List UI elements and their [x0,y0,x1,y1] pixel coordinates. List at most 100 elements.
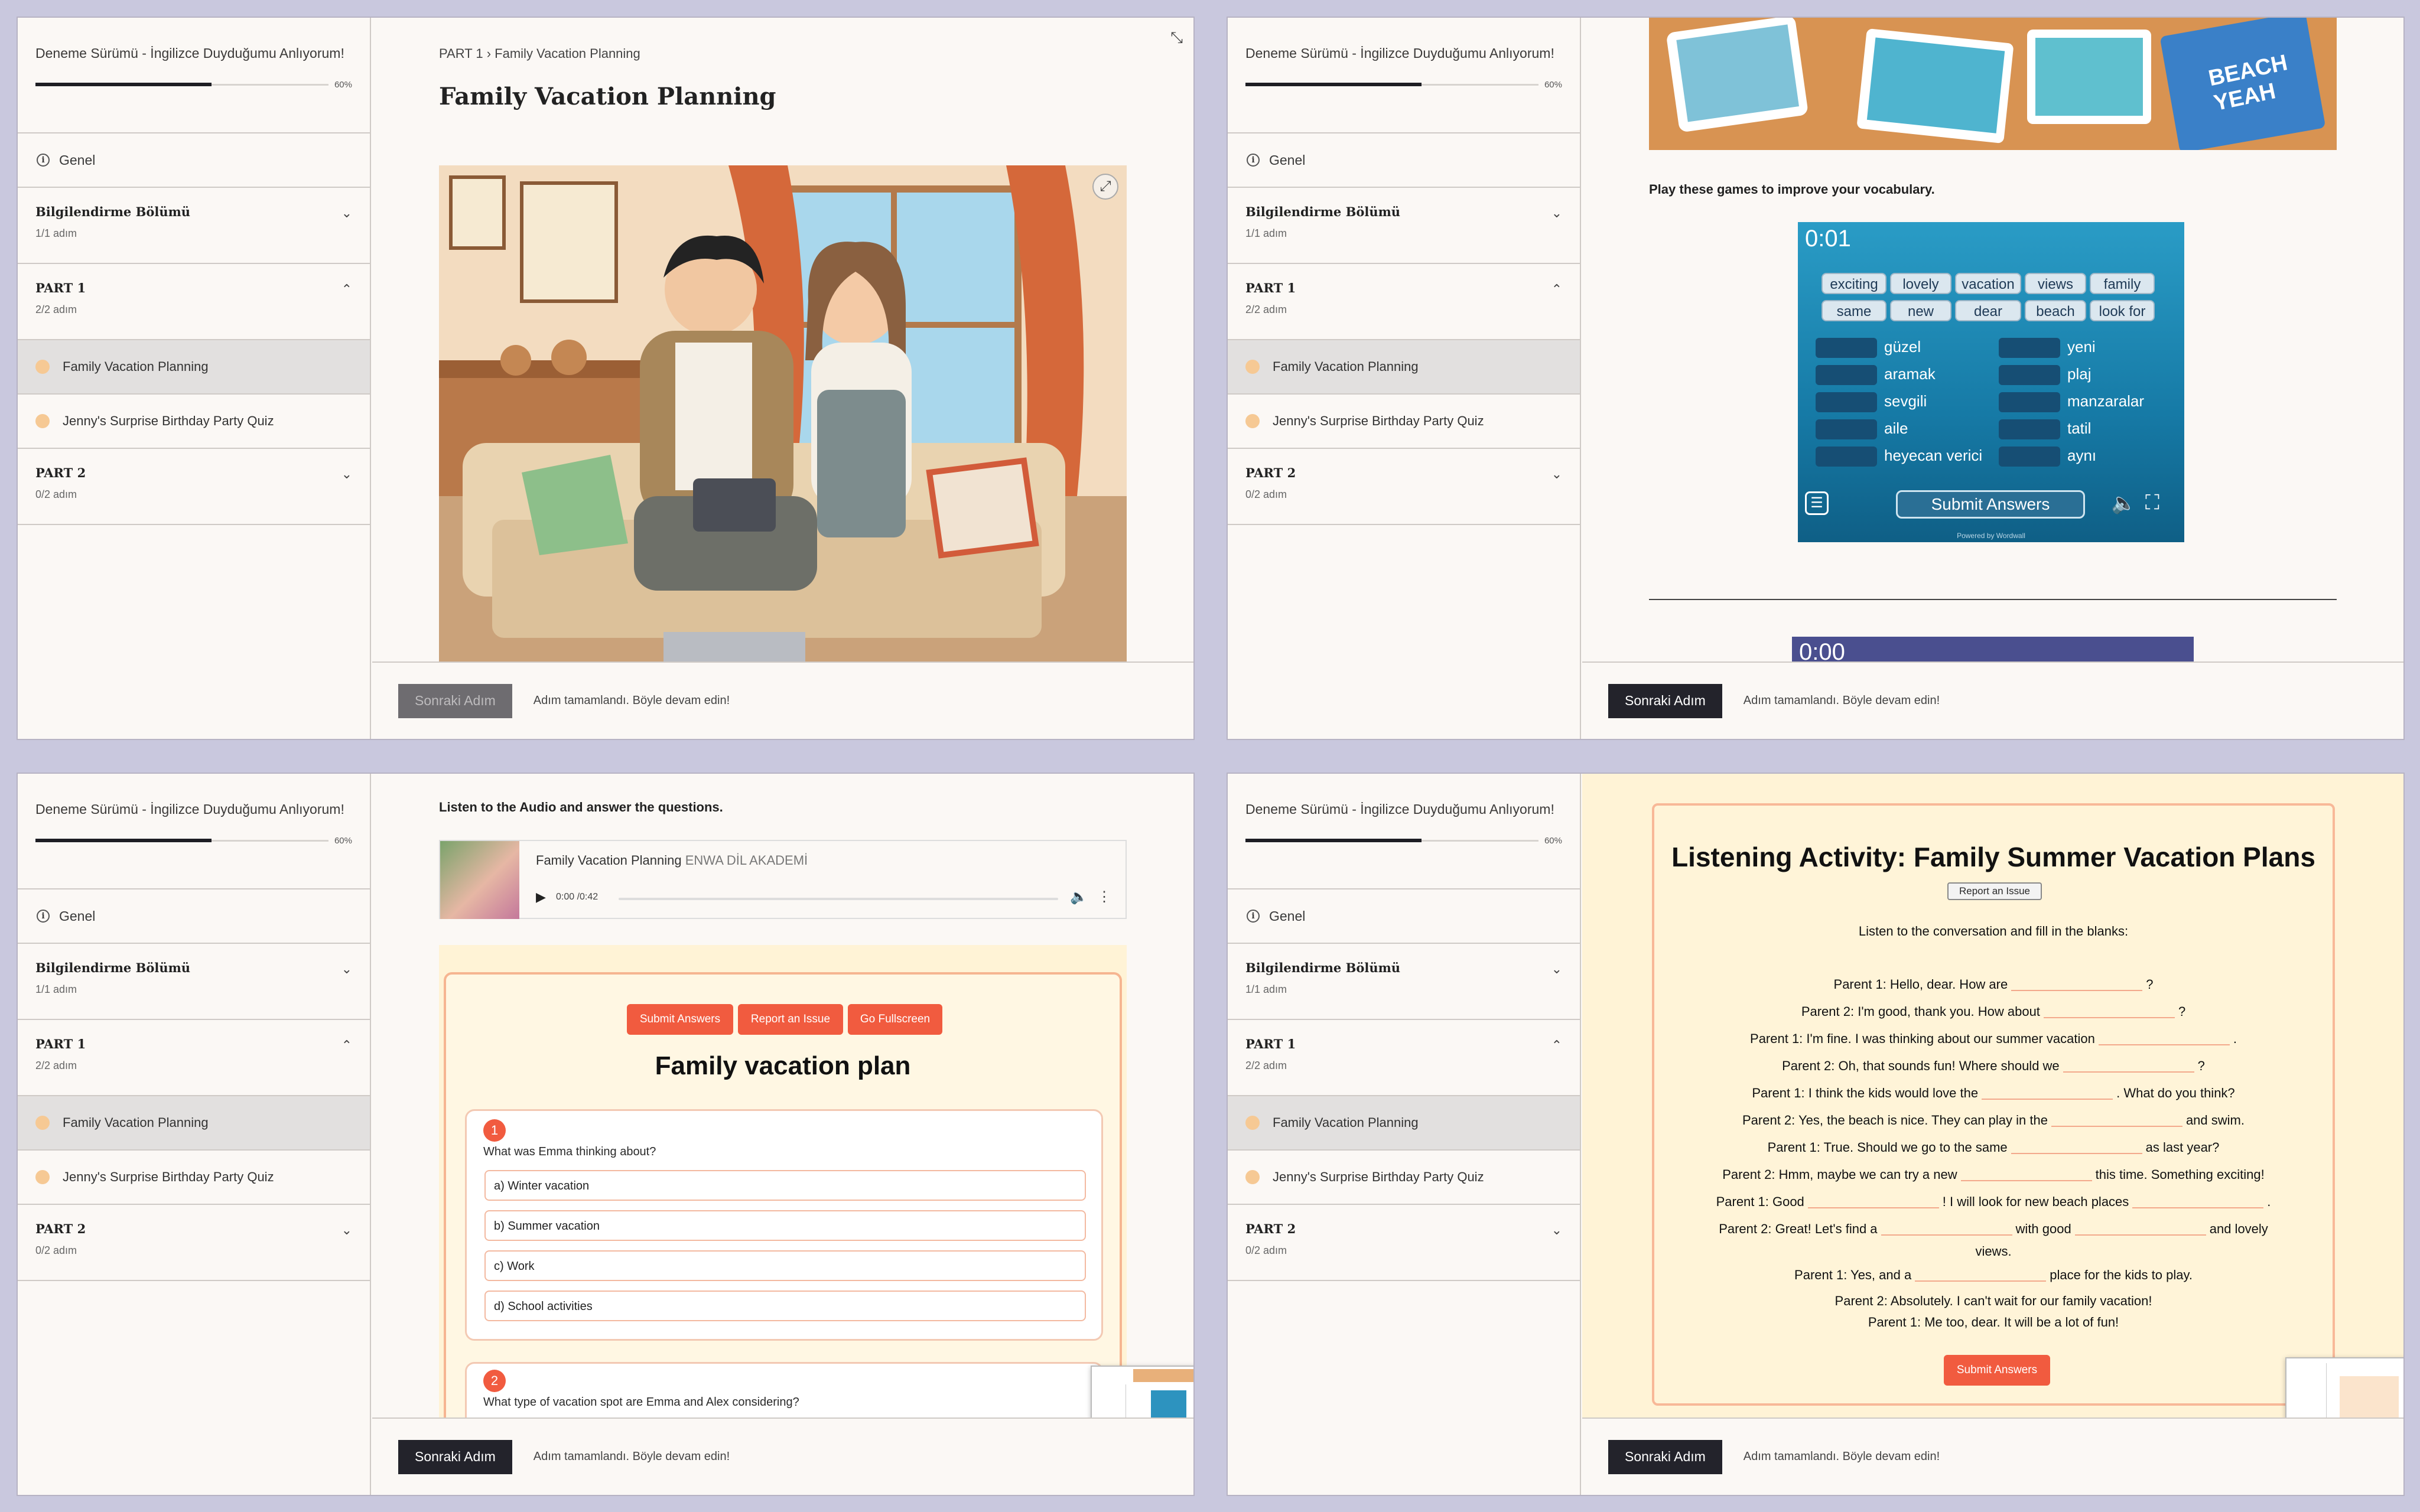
sidebar-section-part2[interactable]: PART 2 0/2 adım ⌄ [1228,1205,1580,1281]
volume-icon[interactable]: 🔈 [1070,888,1088,905]
sidebar-step-family-vacation[interactable]: Family Vacation Planning [1228,340,1580,395]
blank-input[interactable] [1915,1270,2047,1282]
blank-input[interactable] [1960,1169,2092,1182]
drop-slot[interactable] [1999,392,2060,412]
blank-input[interactable] [1807,1197,1939,1209]
sidebar-section-bilgilendirme[interactable]: Bilgilendirme Bölümü 1/1 adım ⌄ [18,944,370,1020]
sidebar-item-genel[interactable]: i Genel [1228,133,1580,188]
word-tile[interactable]: dear [1955,300,2021,321]
chevron-down-icon[interactable]: ⌄ [341,206,352,221]
sidebar-section-bilgilendirme[interactable]: Bilgilendirme Bölümü 1/1 adım ⌄ [18,188,370,264]
drop-slot[interactable] [1816,392,1877,412]
report-issue-button[interactable]: Report an Issue [1947,882,2042,900]
blank-input[interactable] [1982,1088,2113,1100]
next-step-button[interactable]: Sonraki Adım [1608,683,1722,718]
word-tile[interactable]: look for [2090,300,2155,321]
sidebar-section-part1[interactable]: PART 1 2/2 adım ⌃ [18,1020,370,1096]
next-step-button[interactable]: Sonraki Adım [398,1439,512,1474]
floating-preview-thumbnail[interactable] [1091,1366,1193,1419]
sidebar-section-bilgilendirme[interactable]: Bilgilendirme Bölümü 1/1 adım ⌄ [1228,188,1580,264]
word-tile[interactable]: vacation [1955,273,2021,294]
chevron-down-icon[interactable]: ⌄ [341,962,352,977]
answer-option[interactable]: b) Summer vacation [484,1210,1086,1241]
chevron-down-icon[interactable]: ⌄ [1551,206,1562,221]
blank-input[interactable] [2011,1142,2142,1155]
word-tile[interactable]: new [1890,300,1951,321]
blank-input[interactable] [2098,1034,2230,1046]
activity-submit-button[interactable]: Submit Answers [1944,1355,2050,1386]
breadcrumb-part[interactable]: PART 1 [439,46,483,61]
drop-slot[interactable] [1999,338,2060,358]
sidebar-section-part1[interactable]: PART 1 2/2 adım ⌃ [18,264,370,340]
drop-slot[interactable] [1816,419,1877,439]
breadcrumb-page: Family Vacation Planning [495,46,640,61]
chevron-down-icon[interactable]: ⌄ [1551,962,1562,977]
sidebar-step-birthday-quiz[interactable]: Jenny's Surprise Birthday Party Quiz [18,395,370,449]
drop-slot[interactable] [1816,338,1877,358]
sidebar-section-part2[interactable]: PART 2 0/2 adım ⌄ [18,1205,370,1281]
chevron-down-icon[interactable]: ⌄ [1551,1223,1562,1238]
blank-input[interactable] [1881,1224,2012,1236]
chevron-down-icon[interactable]: ⌄ [1551,467,1562,482]
fullscreen-button[interactable]: Go Fullscreen [848,1004,942,1035]
drop-slot[interactable] [1999,447,2060,467]
quiz-submit-button[interactable]: Submit Answers [627,1004,733,1035]
word-tile[interactable]: same [1821,300,1886,321]
more-options-icon[interactable]: ⋮ [1097,888,1111,905]
sidebar-section-bilgilendirme[interactable]: Bilgilendirme Bölümü 1/1 adım ⌄ [1228,944,1580,1020]
report-issue-button[interactable]: Report an Issue [738,1004,843,1035]
answer-option[interactable]: c) Work [484,1250,1086,1281]
sidebar-section-part2[interactable]: PART 2 0/2 adım ⌄ [1228,449,1580,525]
wordwall-match-game[interactable]: 0:01 exciting lovely vacation views fami… [1798,222,2184,542]
info-icon: i [1247,154,1260,167]
fullscreen-icon[interactable]: ⛶ [2145,491,2159,514]
speaker-icon[interactable]: 🔈 [2111,491,2136,515]
blank-input[interactable] [2011,979,2143,992]
next-step-button[interactable]: Sonraki Adım [398,683,512,718]
chevron-up-icon[interactable]: ⌃ [1551,1038,1562,1053]
word-tile[interactable]: beach [2025,300,2086,321]
play-icon[interactable]: ▶ [536,889,546,905]
blank-input[interactable] [2074,1224,2206,1236]
chevron-up-icon[interactable]: ⌃ [341,282,352,297]
sidebar-item-genel[interactable]: i Genel [1228,889,1580,944]
sidebar-step-birthday-quiz[interactable]: Jenny's Surprise Birthday Party Quiz [1228,1151,1580,1205]
drop-slot[interactable] [1816,365,1877,385]
sidebar-item-genel[interactable]: i Genel [18,133,370,188]
expand-image-icon[interactable]: ⤢ [1092,174,1118,200]
sidebar-step-family-vacation[interactable]: Family Vacation Planning [1228,1096,1580,1151]
next-step-button[interactable]: Sonraki Adım [1608,1439,1722,1474]
sidebar-item-genel[interactable]: i Genel [18,889,370,944]
word-tile[interactable]: family [2090,273,2155,294]
word-tile[interactable]: lovely [1890,273,1951,294]
chevron-up-icon[interactable]: ⌃ [341,1038,352,1053]
sidebar-step-family-vacation[interactable]: Family Vacation Planning [18,340,370,395]
chevron-down-icon[interactable]: ⌄ [341,1223,352,1238]
floating-preview-thumbnail[interactable] [2285,1357,2403,1419]
sidebar-step-family-vacation[interactable]: Family Vacation Planning [18,1096,370,1151]
blank-input[interactable] [2051,1115,2182,1128]
sidebar-section-part2[interactable]: PART 2 0/2 adım ⌄ [18,449,370,525]
blank-input[interactable] [2043,1006,2175,1019]
collapse-icon[interactable]: ⤡ [1170,28,1183,47]
answer-option[interactable]: d) School activities [484,1291,1086,1321]
blank-input[interactable] [2063,1061,2194,1073]
drop-slot[interactable] [1999,365,2060,385]
menu-icon[interactable]: ☰ [1805,491,1829,515]
drop-slot[interactable] [1999,419,2060,439]
sidebar-step-birthday-quiz[interactable]: Jenny's Surprise Birthday Party Quiz [18,1151,370,1205]
chevron-down-icon[interactable]: ⌄ [341,467,352,482]
chevron-up-icon[interactable]: ⌃ [1551,282,1562,297]
second-wordwall-game[interactable]: 0:00 [1792,637,2194,663]
game-submit-button[interactable]: Submit Answers [1896,490,2085,519]
audio-seekbar[interactable] [619,898,1058,900]
blank-input[interactable] [2132,1197,2264,1209]
sidebar-step-birthday-quiz[interactable]: Jenny's Surprise Birthday Party Quiz [1228,395,1580,449]
quiz-title: Family vacation plan [655,1051,911,1080]
drop-slot[interactable] [1816,447,1877,467]
word-tile[interactable]: exciting [1821,273,1886,294]
answer-option[interactable]: a) Winter vacation [484,1170,1086,1201]
sidebar-section-part1[interactable]: PART 1 2/2 adım ⌃ [1228,264,1580,340]
word-tile[interactable]: views [2025,273,2086,294]
sidebar-section-part1[interactable]: PART 1 2/2 adım ⌃ [1228,1020,1580,1096]
